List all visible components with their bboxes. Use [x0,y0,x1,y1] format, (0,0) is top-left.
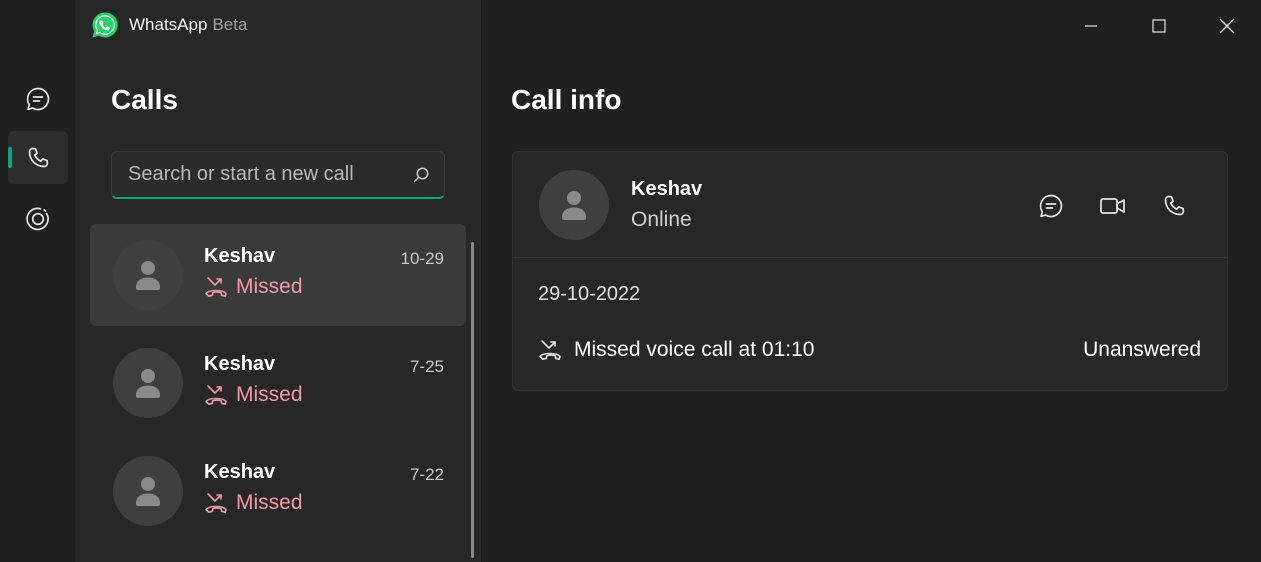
active-indicator [8,147,12,168]
nav-status-button[interactable] [8,192,68,245]
call-date: 10-29 [400,249,444,268]
missed-call-icon [205,493,227,513]
call-info-card: Keshav Online 29-10-2022 Missed voice ca… [512,151,1228,391]
call-date: 7-25 [409,357,444,376]
maximize-button[interactable] [1125,0,1193,52]
close-icon [1219,18,1235,34]
app-name: WhatsApp [129,15,208,34]
avatar [113,348,183,418]
chat-icon [26,87,50,110]
app-title-bar: WhatsApp Beta [91,11,247,39]
call-date: 7-22 [409,465,444,484]
contact-header: Keshav Online [513,152,1227,258]
page-title: Calls [111,84,178,115]
nav-calls-button[interactable] [8,131,68,184]
caller-name: Keshav [204,245,276,267]
call-date-heading: 29-10-2022 [538,283,641,305]
caller-name: Keshav [204,353,276,375]
search-icon[interactable] [412,166,430,184]
call-status-label: Missed [236,491,303,514]
search-input[interactable] [128,163,412,186]
call-status: Missed [204,383,303,407]
scrollbar[interactable] [471,242,474,558]
call-list-item[interactable]: Keshav 7-25 Missed [90,332,466,434]
call-status-label: Missed [236,275,303,298]
missed-call-icon [539,340,561,360]
avatar [113,240,183,310]
call-list-item[interactable]: Keshav 10-29 Missed [90,224,466,326]
default-avatar-icon [562,191,586,220]
missed-call-icon [205,277,227,297]
default-avatar-icon [136,477,160,506]
call-info-pane: Call info Keshav Online 29-10-2022 Misse… [481,0,1261,562]
phone-icon [1164,195,1185,216]
chat-icon [1039,194,1063,218]
window-controls [1057,0,1261,52]
video-icon [1100,198,1125,214]
call-status: Missed [204,491,303,515]
status-icon [26,207,49,230]
call-info-title: Call info [511,84,622,115]
avatar [113,456,183,526]
call-status-label: Missed [236,383,303,406]
search-box [111,151,445,199]
call-status: Missed [204,275,303,299]
call-log-description: Missed voice call at 01:10 [574,338,815,361]
default-avatar-icon [136,261,160,290]
calls-list-pane: WhatsApp Beta Calls Keshav 10-29 Missed … [75,0,481,562]
message-button[interactable] [1033,188,1069,224]
voice-call-button[interactable] [1156,188,1192,224]
call-list-item[interactable]: Keshav 7-22 Missed [90,440,466,542]
minimize-icon [1085,25,1097,27]
phone-icon [28,147,49,167]
minimize-button[interactable] [1057,0,1125,52]
default-avatar-icon [136,369,160,398]
whatsapp-logo-icon [92,12,118,38]
call-log-result: Unanswered [1083,338,1201,361]
contact-presence: Online [631,208,692,231]
contact-name: Keshav [631,178,703,200]
video-call-button[interactable] [1095,188,1131,224]
missed-call-icon [205,385,227,405]
caller-name: Keshav [204,461,276,483]
app-badge: Beta [212,15,248,34]
close-button[interactable] [1193,0,1261,52]
maximize-icon [1152,19,1166,33]
call-log-entry: Missed voice call at 01:10 [538,338,814,362]
nav-rail [0,0,75,562]
avatar[interactable] [539,170,609,240]
nav-chats-button[interactable] [8,72,68,125]
